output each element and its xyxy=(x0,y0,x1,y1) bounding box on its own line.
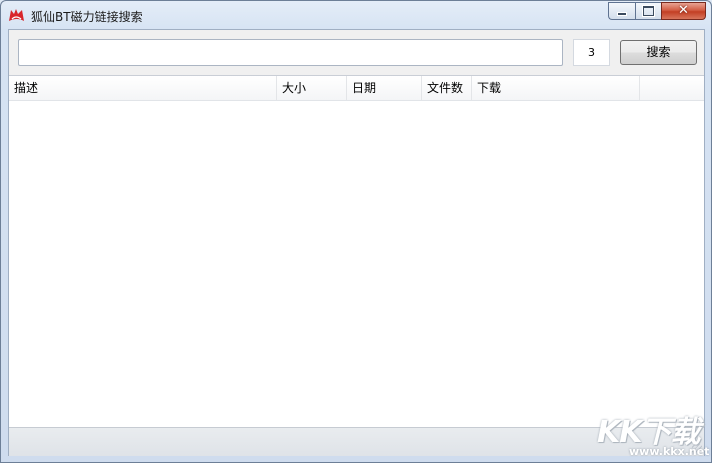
search-button[interactable]: 搜索 xyxy=(620,40,697,65)
list-header: 描述 大小 日期 文件数 下载 xyxy=(9,76,704,101)
watermark: KK下载 www.kkx.net xyxy=(591,401,711,462)
fox-logo-icon[interactable] xyxy=(8,7,25,23)
column-header-size[interactable]: 大小 xyxy=(277,76,347,100)
caption-buttons: ✕ xyxy=(608,2,706,20)
minimize-icon xyxy=(617,12,627,16)
maximize-icon xyxy=(643,6,654,16)
column-header-description[interactable]: 描述 xyxy=(9,76,277,100)
results-list[interactable]: 描述 大小 日期 文件数 下载 xyxy=(9,75,704,429)
close-button[interactable]: ✕ xyxy=(661,2,706,20)
close-icon: ✕ xyxy=(678,3,689,18)
watermark-url: www.kkx.net xyxy=(629,445,710,458)
search-input[interactable] xyxy=(18,39,563,66)
column-header-file-count[interactable]: 文件数 xyxy=(422,76,472,100)
maximize-button[interactable] xyxy=(635,2,661,20)
column-header-filler xyxy=(640,76,704,100)
window-title: 狐仙BT磁力链接搜索 xyxy=(31,10,143,24)
column-header-download[interactable]: 下载 xyxy=(472,76,640,100)
column-header-date[interactable]: 日期 xyxy=(347,76,422,100)
client-area: 3 搜索 描述 大小 日期 文件数 下载 xyxy=(8,29,705,456)
result-count-field[interactable]: 3 xyxy=(573,39,610,66)
main-window: 狐仙BT磁力链接搜索 ✕ 3 搜索 描述 大小 日期 文件数 下载 KK下载 w… xyxy=(0,0,712,463)
minimize-button[interactable] xyxy=(608,2,635,20)
title-bar[interactable]: 狐仙BT磁力链接搜索 ✕ xyxy=(1,1,711,29)
